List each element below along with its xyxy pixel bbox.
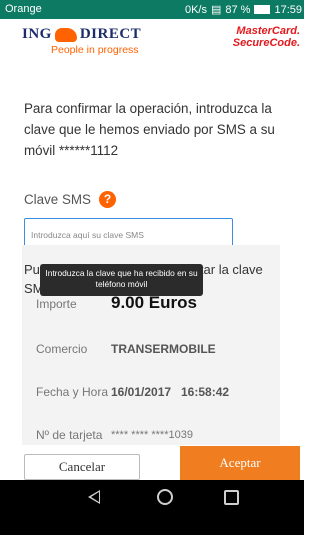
comercio-label: Comercio bbox=[36, 342, 88, 356]
accept-button[interactable]: Aceptar bbox=[180, 446, 300, 480]
carrier-name: Orange bbox=[5, 3, 42, 15]
status-bar: Orange 0K/s ▤ 87 % 17:59 bbox=[0, 0, 304, 19]
sms-label: Clave SMS bbox=[24, 192, 91, 207]
instructions-text: Para confirmar la operación, introduzca … bbox=[24, 101, 275, 158]
importe-label: Importe bbox=[36, 297, 77, 311]
comercio-value: TRANSERMOBILE bbox=[111, 342, 216, 356]
status-right: 0K/s ▤ 87 % 17:59 bbox=[184, 3, 302, 17]
bank-header: ING DIRECT People in progress MasterCard.… bbox=[0, 19, 304, 65]
back-icon[interactable] bbox=[88, 490, 100, 504]
fecha-label: Fecha y Hora bbox=[36, 385, 109, 399]
network-speed: 0K/s bbox=[184, 3, 207, 16]
hora-value: 16:58:42 bbox=[181, 385, 230, 399]
sms-tooltip: Introduzca la clave que ha recibido en s… bbox=[40, 264, 203, 296]
clock: 17:59 bbox=[274, 3, 302, 16]
recent-apps-icon[interactable] bbox=[224, 490, 239, 505]
lion-icon bbox=[54, 27, 77, 42]
logo-tagline: People in progress bbox=[51, 44, 139, 56]
mastercard-securecode-logo: MasterCard. SecureCode. bbox=[232, 25, 300, 49]
fecha-value: 16/01/2017 bbox=[111, 385, 172, 399]
tarjeta-value: **** **** ****1039 bbox=[111, 429, 193, 441]
ing-logo: ING DIRECT People in progress bbox=[22, 26, 141, 56]
help-icon[interactable]: ? bbox=[98, 191, 116, 208]
home-icon[interactable] bbox=[157, 489, 173, 505]
battery-level: 87 % bbox=[225, 3, 251, 16]
cancel-button[interactable]: Cancelar bbox=[24, 454, 140, 480]
logo-wordmark: ING DIRECT bbox=[22, 26, 142, 42]
signal-icon: ▤ bbox=[210, 4, 222, 16]
tarjeta-label: Nº de tarjeta bbox=[36, 428, 103, 442]
battery-icon bbox=[254, 5, 271, 14]
sms-label-row: Clave SMS ? bbox=[24, 191, 116, 208]
android-nav-bar bbox=[0, 480, 304, 535]
